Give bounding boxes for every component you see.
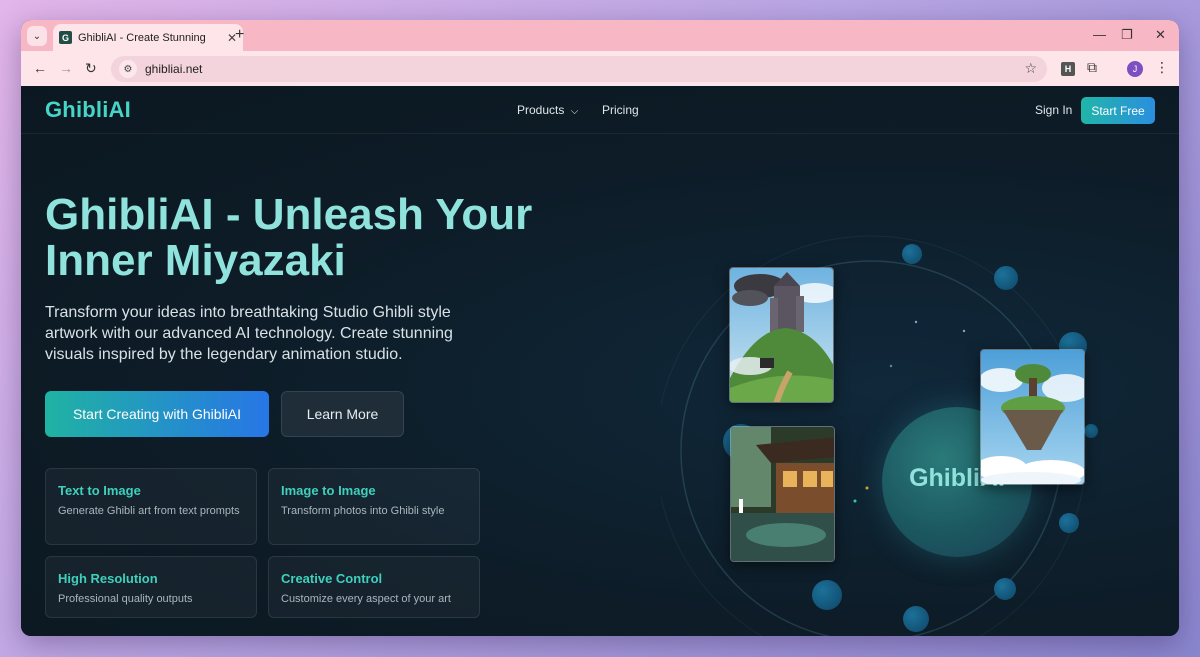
sign-in-link[interactable]: Sign In (1035, 103, 1072, 117)
window-close-icon[interactable]: ✕ (1155, 27, 1166, 43)
favicon: G (59, 31, 72, 44)
feature-title: Text to Image (58, 483, 141, 498)
orbit-dot (902, 244, 922, 264)
feature-card-image-to-image: Image to Image Transform photos into Ghi… (268, 468, 480, 545)
forward-icon[interactable]: → (59, 60, 73, 76)
orbit-dot (812, 580, 842, 610)
feature-card-high-resolution: High Resolution Professional quality out… (45, 556, 257, 618)
hero-visual: GhibliAI (661, 206, 1101, 636)
chevron-down-icon: ⌵ (570, 106, 579, 117)
tab-search-icon[interactable]: ⌄ (27, 26, 47, 46)
orbit-dot (1059, 513, 1079, 533)
site-logo[interactable]: GhibliAI (45, 97, 131, 123)
url-text[interactable]: ghibliai.net (145, 62, 202, 76)
gallery-image-castle[interactable] (729, 267, 834, 403)
learn-more-button[interactable]: Learn More (281, 391, 404, 437)
orbit-dot (994, 266, 1018, 290)
orbit-dot (994, 578, 1016, 600)
tab-title: GhibliAI - Create Stunning Studio (78, 31, 206, 44)
feature-title: High Resolution (58, 571, 158, 586)
castle-artwork (730, 268, 833, 402)
back-icon[interactable]: ← (33, 60, 47, 76)
new-tab-icon[interactable]: + (235, 26, 244, 44)
feature-title: Image to Image (281, 483, 376, 498)
site-info-icon[interactable]: ⚙ (119, 60, 137, 78)
web-page: GhibliAI Products ⌵ Pricing Sign In Star… (21, 86, 1179, 636)
feature-card-text-to-image: Text to Image Generate Ghibli art from t… (45, 468, 257, 545)
orbit-dot (903, 606, 929, 632)
feature-card-creative-control: Creative Control Customize every aspect … (268, 556, 480, 618)
browser-window: ⌄ G GhibliAI - Create Stunning Studio ✕ … (21, 20, 1179, 636)
start-free-button[interactable]: Start Free (1081, 97, 1155, 124)
gallery-image-floating-island[interactable] (980, 349, 1085, 485)
address-bar[interactable]: ⚙ ghibliai.net ☆ (111, 56, 1047, 82)
browser-toolbar: ← → ↻ ⚙ ghibliai.net ☆ H ⧉ J ⋮ (21, 51, 1179, 86)
feature-description: Customize every aspect of your art (281, 593, 451, 605)
tab-strip: ⌄ G GhibliAI - Create Stunning Studio ✕ … (21, 20, 1179, 51)
hero-title: GhibliAI - Unleash Your Inner Miyazaki (45, 190, 533, 285)
feature-description: Professional quality outputs (58, 593, 193, 605)
feature-description: Generate Ghibli art from text prompts (58, 505, 240, 517)
start-creating-button[interactable]: Start Creating with GhibliAI (45, 391, 269, 437)
reload-icon[interactable]: ↻ (85, 60, 97, 77)
extensions-icon[interactable]: ⧉ (1087, 59, 1097, 76)
bathhouse-artwork (731, 427, 834, 561)
nav-pricing[interactable]: Pricing (602, 103, 639, 117)
nav-products-label: Products (517, 103, 565, 117)
hero-subtitle: Transform your ideas into breathtaking S… (45, 304, 453, 363)
gallery-image-bathhouse[interactable] (730, 426, 835, 562)
feature-title: Creative Control (281, 571, 383, 586)
star-icon[interactable]: ☆ (1024, 60, 1037, 77)
extension-h-icon[interactable]: H (1061, 62, 1075, 76)
avatar[interactable]: J (1127, 61, 1143, 77)
restore-icon[interactable]: ❐ (1121, 27, 1133, 43)
site-header: GhibliAI Products ⌵ Pricing Sign In Star… (21, 86, 1179, 134)
browser-tab[interactable]: G GhibliAI - Create Stunning Studio ✕ (53, 24, 243, 51)
menu-icon[interactable]: ⋮ (1155, 59, 1169, 76)
minimize-icon[interactable]: — (1093, 27, 1106, 42)
nav-products[interactable]: Products ⌵ (517, 103, 578, 117)
floating-island-artwork (981, 350, 1084, 484)
feature-description: Transform photos into Ghibli style (281, 505, 445, 517)
orbit-dot (1084, 424, 1098, 438)
